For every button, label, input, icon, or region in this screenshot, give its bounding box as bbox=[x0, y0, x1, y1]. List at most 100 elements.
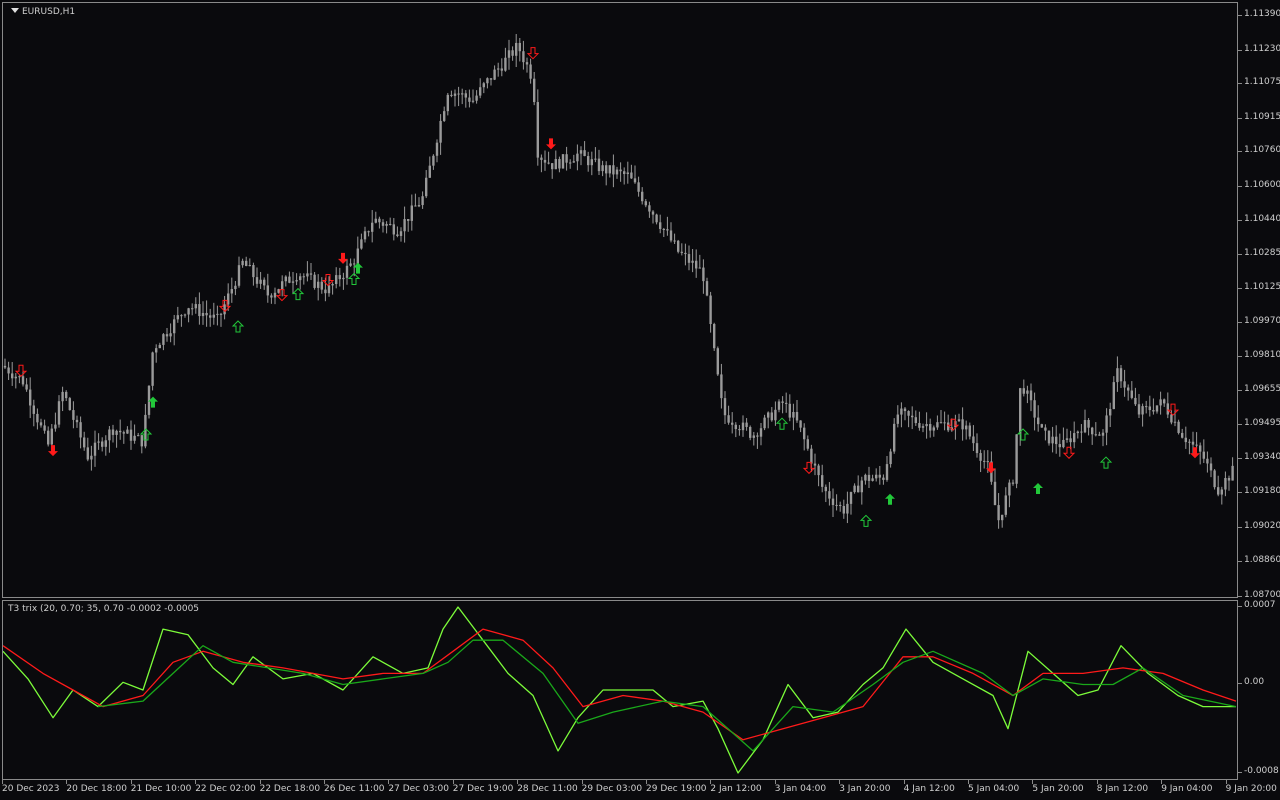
candle bbox=[713, 322, 716, 351]
candle bbox=[507, 39, 511, 70]
price-label: 1.08860 bbox=[1244, 555, 1280, 566]
candle bbox=[497, 62, 500, 77]
candle bbox=[1001, 514, 1004, 528]
candle bbox=[263, 277, 266, 290]
candle bbox=[335, 267, 338, 289]
candle bbox=[975, 433, 979, 458]
candle bbox=[864, 473, 867, 485]
time-label: 5 Jan 04:00 bbox=[968, 784, 1020, 794]
candle bbox=[302, 273, 305, 285]
candle bbox=[1206, 451, 1209, 473]
candle bbox=[623, 167, 626, 185]
price-label: 1.10440 bbox=[1244, 214, 1280, 225]
candle bbox=[1011, 479, 1015, 486]
price-scale[interactable]: 1.11390 1.11230 1.11075 1.10915 1.10760 1.106… bbox=[1238, 2, 1280, 600]
candle bbox=[360, 233, 363, 250]
candle bbox=[90, 445, 93, 471]
candle bbox=[615, 166, 619, 179]
candle bbox=[162, 333, 165, 351]
candle bbox=[241, 258, 244, 268]
candle bbox=[230, 277, 233, 303]
candle bbox=[1148, 395, 1151, 417]
candle bbox=[777, 399, 781, 413]
candle bbox=[101, 437, 104, 452]
candle bbox=[180, 314, 183, 327]
arrow-up-icon bbox=[1033, 483, 1043, 494]
trix-series-line bbox=[3, 606, 1236, 774]
candle bbox=[723, 391, 727, 424]
candle bbox=[363, 226, 367, 243]
candle bbox=[673, 233, 676, 245]
candle bbox=[857, 475, 860, 493]
price-tick bbox=[1238, 151, 1242, 153]
symbol-title[interactable]: EURUSD,H1 bbox=[11, 7, 75, 17]
candle bbox=[518, 37, 521, 62]
candle bbox=[129, 420, 133, 450]
price-label: 1.10915 bbox=[1244, 111, 1280, 122]
trix-series-line bbox=[3, 628, 1237, 741]
time-label: 29 Dec 03:00 bbox=[581, 784, 643, 794]
candle bbox=[1109, 402, 1112, 428]
price-chart-pane[interactable]: EURUSD,H1 bbox=[2, 2, 1238, 598]
candle bbox=[799, 420, 802, 433]
candle bbox=[151, 351, 154, 391]
candle bbox=[345, 258, 349, 285]
time-label: 26 Dec 11:00 bbox=[324, 784, 385, 794]
indicator-pane[interactable]: T3 trix (20, 0.70; 35, 0.70 -0.0002 -0.0… bbox=[2, 600, 1238, 780]
arrow-down-icon bbox=[321, 273, 335, 287]
indicator-scale[interactable]: 0.0007 0.00 -0.0008 bbox=[1238, 600, 1280, 780]
candle bbox=[1069, 430, 1072, 450]
time-label: 3 Jan 04:00 bbox=[774, 784, 827, 794]
time-axis[interactable]: 20 Dec 2023 20 Dec 18:00 21 Dec 10:00 22 De… bbox=[2, 780, 1278, 800]
candle bbox=[731, 412, 734, 434]
candle bbox=[381, 219, 385, 233]
candle bbox=[1105, 408, 1108, 446]
candle bbox=[489, 78, 493, 86]
candle bbox=[972, 425, 975, 452]
candle bbox=[126, 426, 129, 434]
candle bbox=[29, 377, 32, 419]
candle bbox=[885, 456, 889, 482]
candle bbox=[432, 154, 435, 170]
time-label: 29 Dec 19:00 bbox=[646, 784, 707, 794]
candle bbox=[871, 474, 874, 482]
candle bbox=[515, 34, 518, 68]
candle bbox=[522, 40, 525, 70]
candle bbox=[889, 448, 892, 468]
candle bbox=[270, 293, 273, 304]
candle bbox=[255, 267, 259, 288]
candle bbox=[61, 386, 64, 412]
candle bbox=[500, 58, 503, 77]
candle bbox=[918, 411, 921, 431]
candle bbox=[378, 216, 381, 229]
candle bbox=[493, 65, 496, 81]
time-label: 28 Dec 11:00 bbox=[517, 784, 578, 794]
candle bbox=[817, 463, 820, 487]
price-label: 1.09340 bbox=[1244, 451, 1280, 462]
candle bbox=[1040, 423, 1043, 428]
candle bbox=[1220, 486, 1223, 505]
chevron-down-icon[interactable] bbox=[11, 8, 19, 13]
indicator-tick bbox=[1238, 606, 1242, 607]
candle bbox=[932, 425, 935, 437]
indicator-tick bbox=[1238, 772, 1242, 773]
price-label: 1.09655 bbox=[1244, 383, 1280, 394]
candle bbox=[11, 362, 14, 386]
candle bbox=[914, 410, 917, 426]
candle bbox=[291, 271, 295, 294]
candle bbox=[219, 312, 223, 327]
candle bbox=[1098, 431, 1101, 436]
indicator-label: 0.00 bbox=[1244, 677, 1265, 688]
candle bbox=[911, 406, 914, 430]
candle bbox=[965, 420, 968, 440]
candle bbox=[108, 426, 111, 453]
candle bbox=[608, 165, 611, 178]
candle bbox=[860, 476, 863, 505]
candle bbox=[720, 363, 723, 409]
candle bbox=[641, 187, 644, 205]
indicator-label: 0.0007 bbox=[1244, 600, 1276, 610]
candle bbox=[111, 424, 115, 443]
candle bbox=[727, 405, 730, 425]
candle bbox=[745, 418, 748, 431]
candle bbox=[389, 217, 392, 226]
